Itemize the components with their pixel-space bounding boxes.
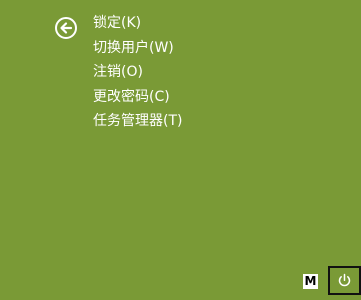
menu-item-label: 锁定(K): [93, 15, 142, 31]
menu-item-change-password[interactable]: 更改密码(C): [93, 85, 313, 110]
menu-item-label: 切换用户(W): [93, 39, 174, 56]
back-button[interactable]: [55, 17, 77, 39]
menu-item-label: 注销(O): [93, 64, 143, 80]
input-method-indicator[interactable]: M: [303, 274, 318, 289]
menu-item-label: 任务管理器(T): [93, 113, 183, 129]
menu-item-task-manager[interactable]: 任务管理器(T): [93, 109, 313, 134]
menu-item-switch-user[interactable]: 切换用户(W): [93, 36, 313, 61]
back-arrow-icon: [60, 22, 73, 34]
power-icon: [338, 273, 351, 287]
menu-item-sign-out[interactable]: 注销(O): [93, 60, 313, 85]
menu-item-label: 更改密码(C): [93, 88, 170, 105]
menu-item-lock[interactable]: 锁定(K): [93, 11, 313, 36]
security-options-menu: 锁定(K) 切换用户(W) 注销(O) 更改密码(C) 任务管理器(T): [93, 11, 313, 134]
power-button[interactable]: [328, 266, 361, 295]
security-options-screen: 锁定(K) 切换用户(W) 注销(O) 更改密码(C) 任务管理器(T) M: [0, 0, 361, 300]
